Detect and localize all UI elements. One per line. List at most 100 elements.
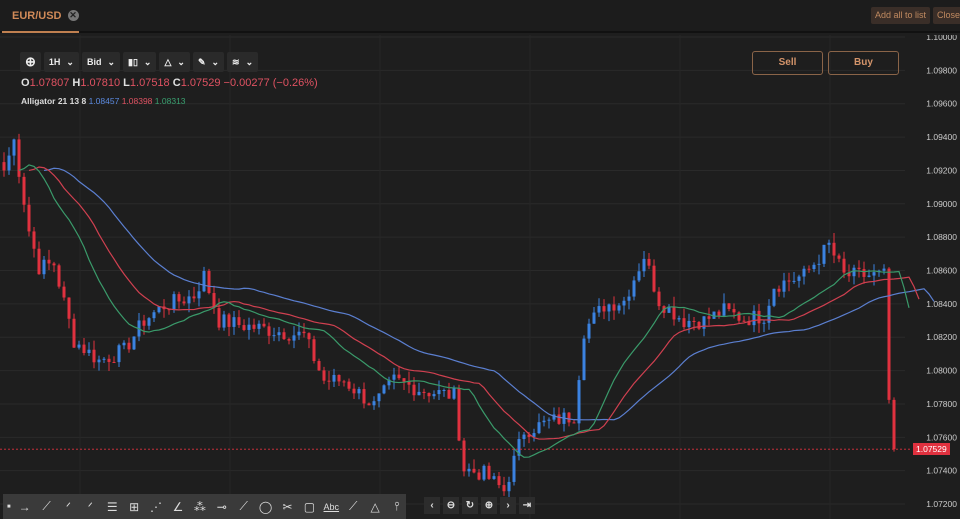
candle [427,392,431,397]
candle [787,280,791,282]
candle [417,391,421,396]
candle [187,296,191,304]
candle [182,301,186,304]
trend-line-icon[interactable]: ⟋ [38,499,56,514]
lips-value: 1.08313 [154,96,186,106]
candle [22,176,26,205]
candle [402,378,406,382]
price-chart[interactable]: 1.10000 1.09800 1.09600 1.09400 1.09200 1.090… [0,35,960,519]
candle [52,263,56,266]
y-tick-label: 1.07800 [926,399,957,409]
drawing-dropdown[interactable]: ✎ ⌄ [192,52,225,72]
y-tick-label: 1.08600 [926,266,957,276]
candle [812,264,816,270]
candle [217,308,221,328]
candle [412,384,416,396]
reset-icon[interactable]: ↻ [462,497,478,514]
alligator-teeth-line [28,166,920,440]
candle [227,314,231,327]
indicator-name: Alligator 21 13 8 [21,96,87,106]
pencil-icon: ✎ [197,56,206,67]
close-tab-icon[interactable]: ✕ [67,10,79,21]
chart-type-dropdown[interactable]: ▮▯ ⌄ [123,52,157,72]
fan-icon[interactable]: ⋰ [147,500,165,514]
candle [797,276,801,281]
y-tick-label: 1.09400 [926,132,957,142]
arrow-icon[interactable]: → [16,500,34,514]
price-type-dropdown[interactable]: Bid ⌄ [81,52,121,72]
drawing-tools-bar: ■ → ⟋ ᐟ ᐟ ☰ ⊞ ⋰ ∠ ⁂ ⊸ ⟋ ◯ ✂ ▢ Abc ⟋ △ ⫯ [3,494,406,519]
candle [592,312,596,324]
angle-icon[interactable]: ∠ [169,500,187,514]
fib-extension-icon[interactable]: ⊞ [125,500,143,514]
candle [337,374,341,382]
candle [862,269,866,277]
alligator-legend[interactable]: Alligator 21 13 8 1.08457 1.08398 1.0831… [21,96,186,106]
triangle-icon[interactable]: △ [366,500,384,514]
candle [762,322,766,324]
scroll-to-end-icon[interactable]: ⇥ [519,497,535,514]
timeframe-dropdown[interactable]: 1H ⌄ [43,52,79,72]
candle [832,242,836,256]
candle [587,323,591,339]
chevron-down-icon: ⌄ [245,56,254,67]
candle [202,270,206,292]
add-all-to-list-button[interactable]: Add all to list [871,7,931,24]
horizontal-line-icon[interactable]: ⊸ [213,500,231,514]
add-indicator-button[interactable]: ⊕ [20,52,41,72]
chart-toolbar: ⊕ 1H ⌄ Bid ⌄ ▮▯ ⌄ △ ⌄ ✎ ⌄ ≋ ⌄ [20,52,259,72]
candle [752,310,756,326]
fib-retracement-icon[interactable]: ☰ [103,500,121,514]
timeframe-value: 1H [48,57,61,67]
extended-line-icon[interactable]: ⟋ [344,499,362,514]
candle [102,358,106,360]
candle [272,335,276,337]
scroll-right-icon[interactable]: › [500,497,516,514]
ray-icon[interactable]: ⟋ [235,499,253,514]
candle [432,394,436,397]
candle [857,267,861,270]
abc-pattern-icon[interactable]: ᐟ [59,500,77,514]
tab-eurusd[interactable]: EUR/USD ✕ [2,0,79,33]
candle [382,385,386,394]
xabcd-pattern-icon[interactable]: ᐟ [81,500,99,514]
text-icon[interactable]: Abc [322,502,340,512]
candle [677,318,681,320]
candle [782,280,786,292]
zoom-in-icon[interactable]: ⊕ [481,497,497,514]
candle [397,374,401,379]
candle [892,399,896,450]
layers-icon: ≋ [232,56,240,67]
drag-handle-icon[interactable]: ■ [6,504,12,510]
candle [92,349,96,363]
cross-line-icon[interactable]: ✂ [279,500,297,514]
zoom-out-icon[interactable]: ⊖ [443,497,459,514]
candle [497,476,501,486]
layers-dropdown[interactable]: ≋ ⌄ [227,52,259,72]
rectangle-icon[interactable]: ▢ [300,500,318,514]
candle [82,344,86,354]
candle [702,316,706,329]
candle [487,465,491,479]
candle [242,325,246,330]
candle [582,338,586,381]
candle [607,304,611,312]
candle [177,294,181,302]
candle [117,345,121,363]
sell-button[interactable]: Sell [752,51,823,75]
indicators-dropdown[interactable]: △ ⌄ [159,52,190,72]
candle [77,344,81,348]
close-button[interactable]: Close [933,7,960,24]
candle [247,324,251,330]
vertical-line-icon[interactable]: ⫯ [388,499,406,514]
candle [232,317,236,327]
candle [322,370,326,381]
y-tick-label: 1.09200 [926,165,957,175]
buy-button[interactable]: Buy [828,51,899,75]
y-tick-label: 1.09000 [926,199,957,209]
chevron-down-icon: ⌄ [66,56,74,67]
circle-icon[interactable]: ◯ [257,500,275,514]
pitchfork-icon[interactable]: ⁂ [191,500,209,514]
candle [282,332,286,340]
scroll-left-icon[interactable]: ‹ [424,497,440,514]
